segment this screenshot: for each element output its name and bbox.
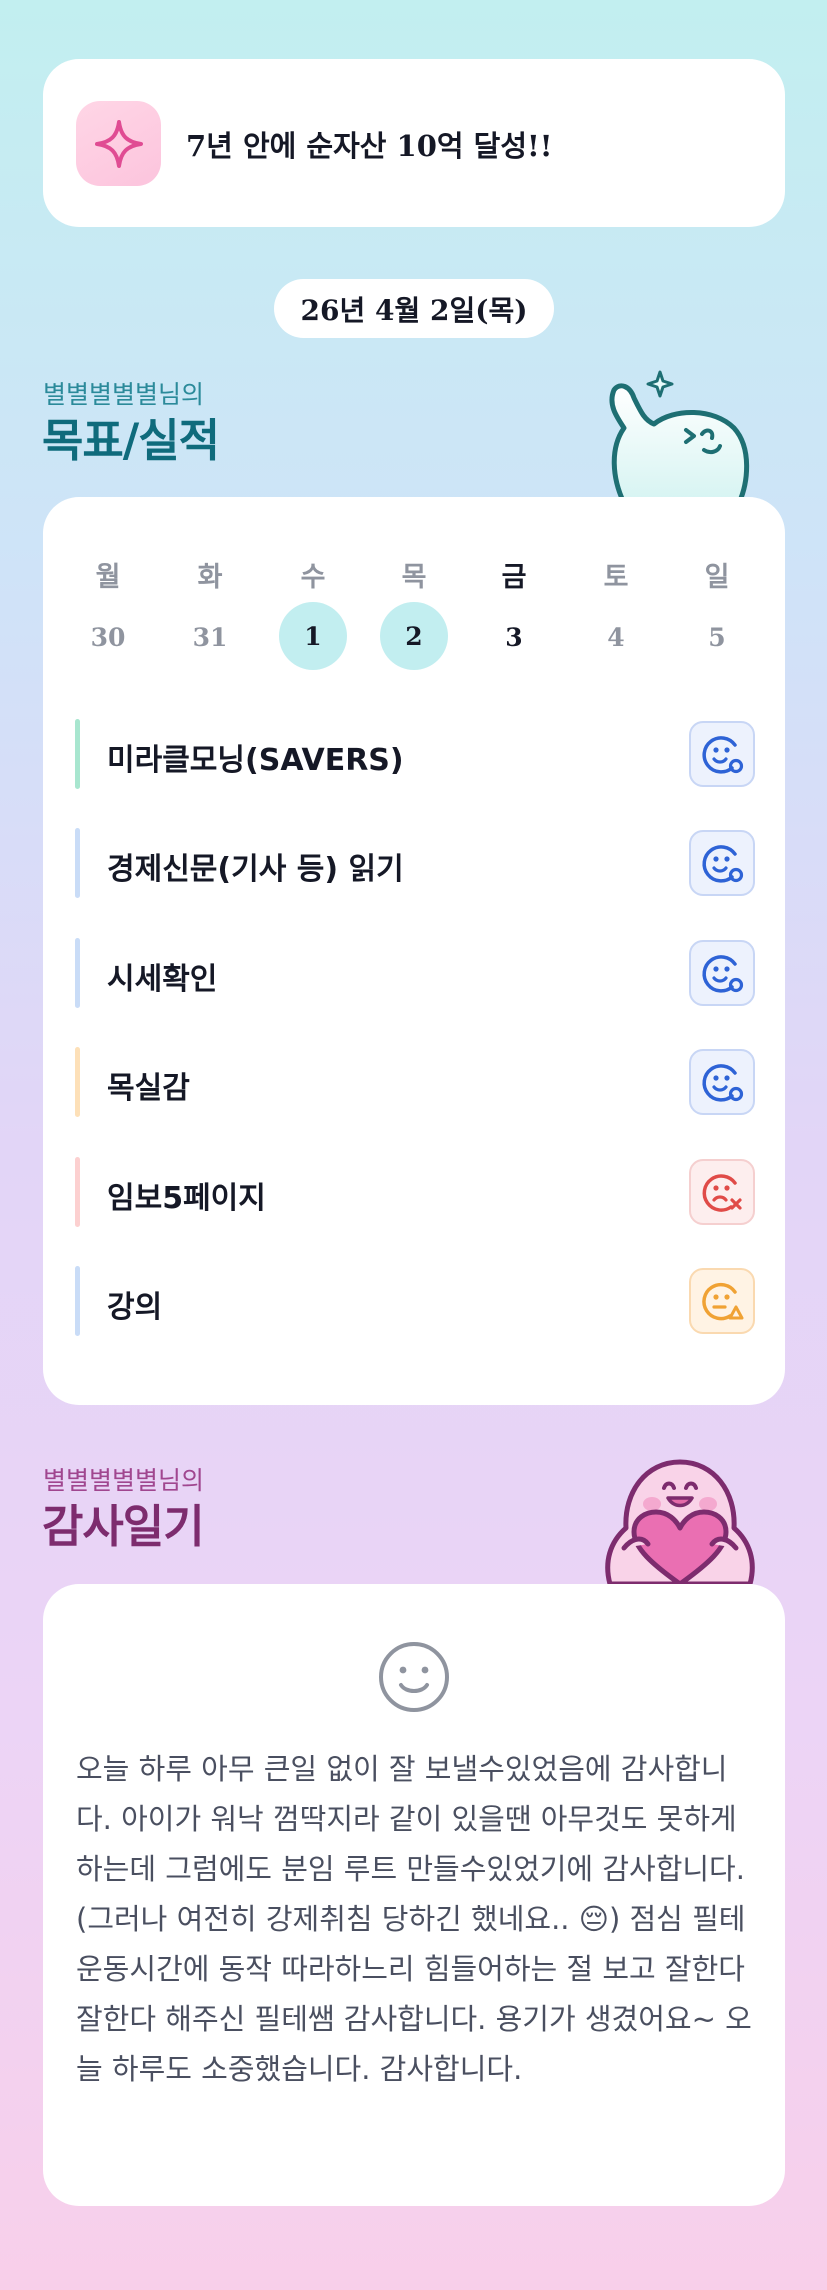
goal-item-miracle-morning: 미라클모닝(SAVERS) — [75, 719, 755, 789]
goal-label: 경제신문(기사 등) 읽기 — [107, 852, 404, 887]
mascot-heart-illustration — [605, 1459, 755, 1584]
goal-color-bar — [75, 719, 80, 789]
goal-text: 7년 안에 순자산 10억 달성!! — [186, 129, 553, 163]
sparkle-icon — [94, 119, 143, 168]
weekday-fri: 금 — [501, 561, 527, 593]
diary-card: 오늘 하루 아무 큰일 없이 잘 보낼수있었음에 감사합니다. 아이가 워낙 껌… — [43, 1584, 785, 2206]
day-31[interactable]: 31 — [175, 602, 245, 672]
date-selector[interactable]: 26년 4월 2일(목) — [274, 279, 554, 338]
day-5[interactable]: 5 — [682, 602, 752, 672]
smile-check-icon — [702, 955, 744, 993]
weekday-sun: 일 — [704, 561, 730, 593]
goal-color-bar — [75, 1266, 80, 1336]
goal-label: 시세확인 — [107, 962, 218, 997]
weekday-mon: 월 — [95, 561, 121, 593]
goal-status-button[interactable] — [689, 721, 755, 787]
diary-text[interactable]: 오늘 하루 아무 큰일 없이 잘 보낼수있었음에 감사합니다. 아이가 워낙 껌… — [76, 1744, 756, 2094]
neutral-warning-icon — [702, 1282, 744, 1321]
goal-label: 목실감 — [107, 1071, 190, 1106]
goals-card: 월 화 수 목 금 토 일 30 31 1 2 3 4 5 미라클모닝(SAVE… — [43, 497, 785, 1405]
goal-banner-card[interactable]: 7년 안에 순자산 10억 달성!! — [43, 59, 785, 227]
goal-status-button[interactable] — [689, 1049, 755, 1115]
goal-item-lecture: 강의 — [75, 1266, 755, 1336]
goal-color-bar — [75, 1047, 80, 1117]
goal-color-bar — [75, 938, 80, 1008]
goal-icon-container — [76, 101, 161, 186]
day-30[interactable]: 30 — [73, 602, 143, 672]
goal-label: 미라클모닝(SAVERS) — [107, 743, 404, 778]
diary-section-title: 감사일기 — [42, 1500, 205, 1553]
day-3-today[interactable]: 3 — [479, 602, 549, 672]
smile-check-icon — [702, 845, 744, 883]
goal-item-price-check: 시세확인 — [75, 938, 755, 1008]
day-number-row: 30 31 1 2 3 4 5 — [43, 602, 785, 672]
smile-check-icon — [702, 1064, 744, 1102]
goal-status-button[interactable] — [689, 830, 755, 896]
weekday-sat: 토 — [603, 561, 629, 593]
smile-face-icon[interactable] — [376, 1639, 452, 1715]
goal-item-gratitude: 목실감 — [75, 1047, 755, 1117]
goal-color-bar — [75, 828, 80, 898]
weekday-thu: 목 — [401, 561, 427, 593]
sad-x-icon — [702, 1174, 742, 1212]
goal-item-newspaper: 경제신문(기사 등) 읽기 — [75, 828, 755, 898]
weekday-wed: 수 — [300, 561, 326, 593]
goal-label: 강의 — [107, 1290, 163, 1325]
day-2-completed[interactable]: 2 — [380, 602, 448, 670]
goal-label: 임보5페이지 — [107, 1181, 266, 1216]
goal-status-button[interactable] — [689, 1159, 755, 1225]
day-4[interactable]: 4 — [581, 602, 651, 672]
goals-section-title: 목표/실적 — [42, 414, 220, 467]
smile-check-icon — [702, 736, 744, 774]
day-1-completed[interactable]: 1 — [279, 602, 347, 670]
goal-status-button[interactable] — [689, 940, 755, 1006]
weekday-tue: 화 — [197, 561, 223, 593]
mascot-waving-illustration — [609, 370, 750, 503]
diary-emoji: 😔 — [578, 1902, 609, 1936]
goal-status-button[interactable] — [689, 1268, 755, 1334]
weekday-row: 월 화 수 목 금 토 일 — [43, 539, 785, 609]
goal-item-report-pages: 임보5페이지 — [75, 1157, 755, 1227]
goal-color-bar — [75, 1157, 80, 1227]
